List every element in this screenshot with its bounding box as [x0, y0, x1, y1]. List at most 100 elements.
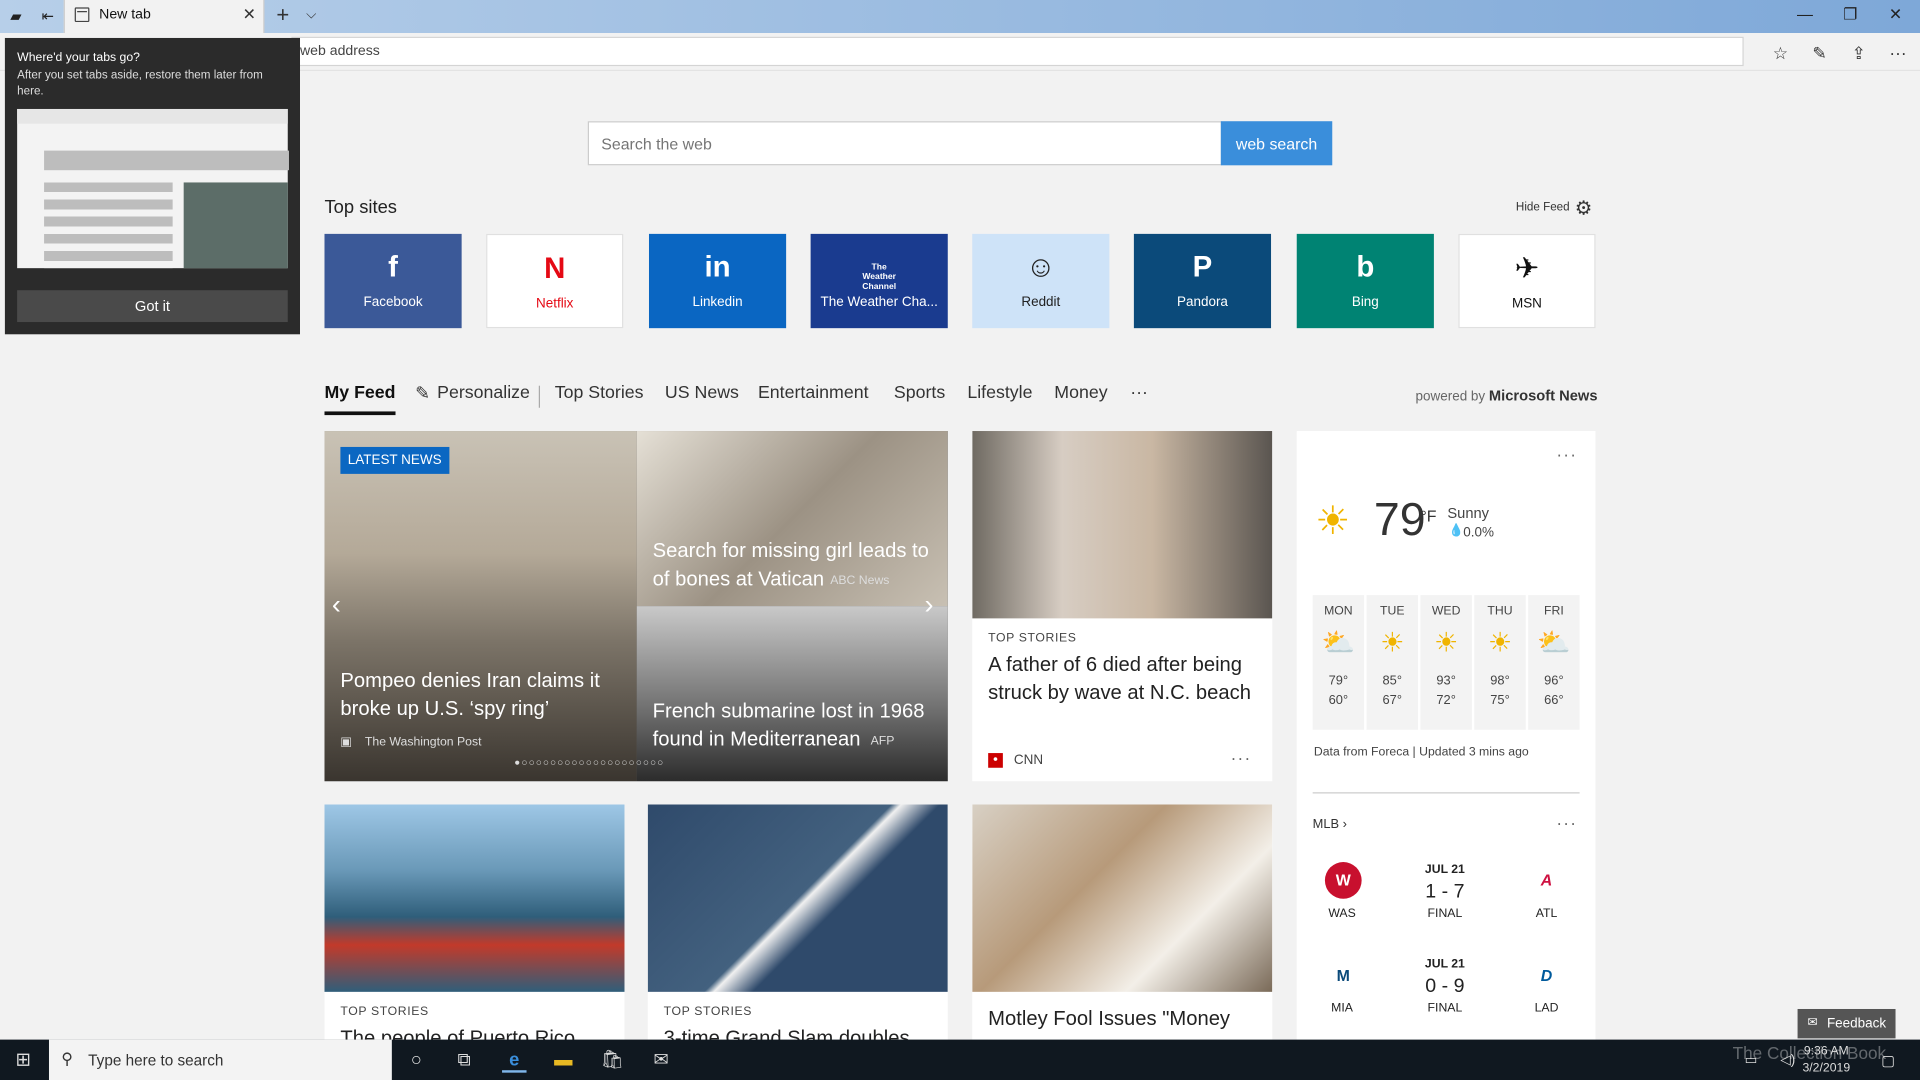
edge-icon[interactable]: e [502, 1048, 527, 1073]
got-it-button[interactable]: Got it [17, 290, 288, 323]
top-site-tile[interactable]: P Pandora [1133, 233, 1272, 329]
game-1-score: 1 - 7 [1425, 881, 1465, 903]
more-icon[interactable]: ··· [1887, 42, 1909, 64]
forecast-day[interactable]: FRI ⛅ 96° 66° [1528, 595, 1580, 730]
carousel-dots[interactable]: ●○○○○○○○○○○○○○○○○○○○○ [514, 757, 664, 768]
story-card-2[interactable]: TOP STORIES The people of Puerto Rico [324, 804, 625, 1050]
close-tab-icon[interactable]: ✕ [243, 5, 256, 25]
story-1-category: TOP STORIES [988, 631, 1077, 646]
tab-money[interactable]: Money [1054, 383, 1107, 403]
mlb-more-icon[interactable]: ··· [1556, 813, 1577, 833]
forecast-day-label: MON [1324, 604, 1353, 619]
top-site-tile[interactable]: b Bing [1296, 233, 1434, 329]
tab-my-feed[interactable]: My Feed [324, 383, 395, 403]
top-site-tile[interactable]: ✈ MSN [1458, 233, 1596, 329]
hide-feed-link[interactable]: Hide Feed [1516, 201, 1570, 214]
site-logo-icon: P [1192, 251, 1213, 285]
forecast-day[interactable]: THU ☀ 98° 75° [1474, 595, 1526, 730]
story-2-image [324, 804, 625, 992]
story-card-4[interactable]: Motley Fool Issues "Money [972, 804, 1273, 1050]
game-2-date: JUL 21 [1424, 957, 1465, 972]
carousel-prev-icon[interactable]: ‹ [332, 589, 341, 621]
restore-icon[interactable]: ❐ [1838, 5, 1862, 25]
tab-lifestyle[interactable]: Lifestyle [967, 383, 1032, 403]
weather-more-icon[interactable]: ··· [1556, 444, 1577, 464]
windows-start-icon[interactable]: ⊞ [11, 1048, 35, 1072]
feedback-button[interactable]: ✉ Feedback [1797, 1008, 1896, 1039]
team-mia: MIA [1331, 1001, 1353, 1016]
tab-us-news[interactable]: US News [665, 383, 739, 403]
top-site-tile[interactable]: N Netflix [486, 233, 624, 329]
favorites-icon[interactable]: ☆ [1769, 42, 1791, 64]
web-search-button[interactable]: web search [1220, 121, 1333, 166]
tab-new-tab[interactable]: New tab ✕ [63, 0, 265, 34]
file-explorer-icon[interactable]: ▬ [551, 1048, 575, 1072]
forecast-day[interactable]: TUE ☀ 85° 67° [1366, 595, 1418, 730]
pen-icon[interactable]: ✎ [1809, 42, 1831, 64]
story-1-title[interactable]: A father of 6 died after being struck by… [988, 651, 1264, 707]
story-card-1[interactable]: TOP STORIES A father of 6 died after bei… [972, 431, 1273, 782]
top-site-label: The Weather Cha... [820, 295, 938, 310]
story-4-title[interactable]: Motley Fool Issues "Money [988, 1005, 1264, 1033]
marlins-logo-icon: M [1336, 966, 1350, 985]
hero-bottom-title[interactable]: French submarine lost in 1968 found in M… [653, 698, 941, 754]
tab-entertainment[interactable]: Entertainment [758, 383, 869, 403]
braves-logo-icon: A [1540, 870, 1553, 889]
top-site-label: Bing [1351, 295, 1379, 310]
top-site-tile[interactable]: The Weather Channel The Weather Cha... [810, 233, 948, 329]
tab-top-stories[interactable]: Top Stories [555, 383, 644, 403]
address-bar[interactable]: web address [291, 36, 1744, 67]
cortana-icon[interactable]: ○ [404, 1048, 428, 1072]
partly-cloudy-icon: ⛅ [1537, 626, 1571, 658]
close-window-icon[interactable]: ✕ [1883, 5, 1907, 25]
game-1-date: JUL 21 [1424, 863, 1465, 877]
forecast-day[interactable]: WED ☀ 93° 72° [1420, 595, 1472, 730]
illustration-image [183, 182, 288, 269]
new-tab-button[interactable]: + [274, 4, 291, 26]
more-tabs-button[interactable]: ··· [1130, 383, 1148, 403]
task-view-icon[interactable]: ⧉ [452, 1048, 476, 1072]
hero-top-title[interactable]: Search for missing girl leads to of bone… [653, 538, 941, 594]
forecast-low: 60° [1328, 693, 1349, 708]
story-1-more-icon[interactable]: ··· [1231, 748, 1252, 768]
top-site-tile[interactable]: f Facebook [324, 233, 462, 329]
minimize-icon[interactable]: — [1793, 5, 1817, 23]
site-logo-icon: b [1356, 251, 1375, 285]
mail-icon[interactable]: ✉ [649, 1048, 673, 1072]
gear-icon[interactable]: ⚙ [1575, 196, 1593, 220]
hero-main-title[interactable]: Pompeo denies Iran claims it broke up U.… [340, 667, 622, 723]
forecast-low: 67° [1382, 693, 1402, 708]
forecast-low: 66° [1544, 693, 1564, 708]
set-tabs-aside-icon[interactable]: ⇤ [38, 6, 58, 26]
forecast-day[interactable]: MON ⛅ 79° 60° [1312, 595, 1365, 730]
illustration-lines [44, 182, 173, 269]
weather-precip: 0.0% [1463, 525, 1494, 541]
popup-heading: Where'd your tabs go? [17, 51, 140, 65]
tab-sports[interactable]: Sports [894, 383, 945, 403]
story-1-source: CNN [1013, 753, 1044, 768]
tab-preview-chevron-icon[interactable]: ⌵ [306, 7, 316, 23]
top-site-label: MSN [1511, 296, 1542, 312]
story-card-3[interactable]: TOP STORIES 3-time Grand Slam doubles [647, 804, 948, 1050]
search-input[interactable] [587, 121, 1223, 166]
share-icon[interactable]: ⇪ [1848, 42, 1870, 64]
hero-carousel[interactable]: LATEST NEWS Pompeo denies Iran claims it… [324, 431, 948, 782]
hero-bottom-source: AFP [870, 734, 895, 749]
top-site-tile[interactable]: in Linkedin [648, 233, 787, 329]
pencil-icon[interactable]: ✎ [415, 384, 430, 404]
story-4-image [972, 804, 1273, 992]
sunny-icon: ☀ [1434, 626, 1459, 658]
tab-personalize[interactable]: Personalize [437, 383, 530, 403]
mlb-link[interactable]: MLB › [1313, 817, 1347, 832]
illustration-tabbar [17, 108, 288, 124]
store-icon[interactable]: 🛍 [600, 1048, 624, 1072]
powered-prefix: powered by [1415, 389, 1486, 405]
tabs-aside-icon[interactable]: ▰ [6, 6, 26, 26]
hero-bottom-image [636, 606, 948, 782]
carousel-next-icon[interactable]: › [924, 589, 933, 621]
top-site-tile[interactable]: ☺ Reddit [972, 233, 1110, 329]
top-sites-title: Top sites [324, 197, 397, 218]
forecast-high: 98° [1490, 673, 1510, 689]
taskbar-search[interactable]: ⚲ Type here to search [48, 1039, 392, 1080]
clock[interactable]: 9:36 AM 3/2/2019 [1802, 1043, 1850, 1077]
